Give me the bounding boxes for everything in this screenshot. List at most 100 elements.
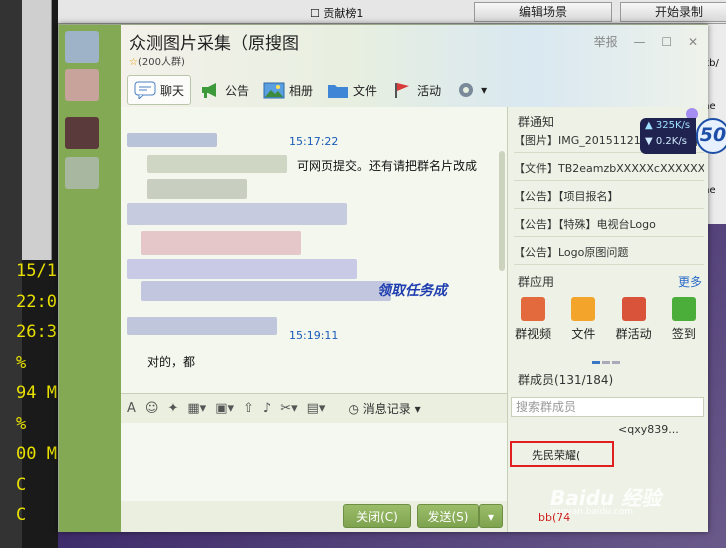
send-options-button[interactable]: ▾ [479,504,503,528]
app-label: 文件 [571,327,596,341]
app-video[interactable]: 群视频 [511,293,555,353]
folder-icon [327,81,349,99]
app-checkin[interactable]: 签到 [662,293,706,353]
chevron-down-icon: ▾ [487,510,495,524]
message-time: 15:19:11 [289,329,339,342]
desktop-stats: 15/1 22:0 26:3 % 94 M % 00 M C C [16,256,60,531]
page-dot[interactable] [602,361,610,364]
speed-ball[interactable]: 50 [696,118,726,154]
chat-scrollbar[interactable] [499,151,505,271]
image-icon[interactable]: ▣▾ [215,401,234,416]
avatar[interactable] [65,157,99,189]
message-input[interactable] [121,423,507,501]
input-toolbar: A ☺ ✦ ▦▾ ▣▾ ⇧ ♪ ✂▾ ▤▾ ◷ 消息记录 ▾ [121,393,507,423]
tab-chat[interactable]: 聊天 [127,75,192,105]
tab-announcement[interactable]: 公告 [193,75,255,105]
member-item[interactable]: <qxy839... [618,423,679,436]
bottom-button-bar: 关闭(C) 发送(S) ▾ [121,501,507,532]
close-button[interactable]: ✕ [688,35,698,49]
upload-icon[interactable]: ⇧ [243,401,254,416]
checkbox-item[interactable]: ☐ 贡献榜1 [310,8,363,20]
tab-files[interactable]: 文件 [321,75,383,105]
stat-line: 94 M [16,383,57,403]
message-text: 对的，都 [147,355,196,369]
report-button[interactable]: 举报 [594,33,618,50]
tab-label: 聊天 [160,83,185,98]
blurred-text [147,155,287,173]
scissors-icon[interactable]: ✂▾ [280,401,297,416]
group-member-count: ☆(200人群) [129,53,185,68]
start-record-button[interactable]: 开始录制 [620,2,726,22]
notice-item[interactable]: 【文件】TB2eamzbXXXXXcXXXXXXXXXX [514,157,704,181]
checkmark-icon [671,297,696,321]
edit-scene-button[interactable]: 编辑场景 [474,2,612,22]
page-dots [592,353,622,367]
chat-bubble-icon [134,81,156,101]
page-dot[interactable] [592,361,600,364]
flag-icon [391,81,413,99]
highlight-box [510,441,614,467]
maximize-button[interactable]: ☐ [661,35,672,49]
music-icon[interactable]: ♪ [263,401,271,416]
group-title: 众测图片采集（原搜图 [129,34,299,54]
tab-activity[interactable]: 活动 [385,75,447,105]
star-icon: ☆ [129,57,138,68]
group-list-sidebar [59,25,121,532]
history-label: 消息记录 [362,402,411,416]
gear-icon [455,81,477,99]
magic-icon[interactable]: ✦ [167,401,178,416]
stat-line: % [16,413,27,434]
avatar[interactable] [65,117,99,149]
more-icon[interactable]: ▤▾ [307,401,326,416]
notice-item[interactable]: 【公告】【特殊】电视台Logo [514,213,704,237]
window-header: 众测图片采集（原搜图 ☆(200人群) 举报 — ☐ ✕ 聊天 公告 相册 文件 [121,25,708,115]
network-speed-widget[interactable]: ▲ 325K/s ▼ 0.2K/s [640,118,696,154]
app-label: 群活动 [615,327,652,341]
upload-speed: ▲ 325K/s [645,120,691,131]
window-controls: 举报 — ☐ ✕ [582,33,698,50]
page-dot[interactable] [612,361,620,364]
stat-line: 00 M [16,444,57,464]
blurred-text [127,259,357,279]
tab-label: 活动 [417,83,442,98]
send-button[interactable]: 发送(S) [417,504,479,528]
qq-group-chat-window: 众测图片采集（原搜图 ☆(200人群) 举报 — ☐ ✕ 聊天 公告 相册 文件 [58,24,708,532]
font-icon[interactable]: A [127,401,136,416]
app-activity[interactable]: 群活动 [612,293,656,353]
tab-label: 公告 [225,83,250,98]
tab-album[interactable]: 相册 [257,75,319,105]
stat-line: 22:0 [16,291,57,312]
app-label: 签到 [671,327,696,341]
member-count-text: (200人群) [137,57,185,68]
more-apps-link[interactable]: 更多 [678,273,702,290]
close-chat-button[interactable]: 关闭(C) [343,504,411,528]
minimize-button[interactable]: — [634,35,646,49]
background-app-toolbar: ☐ 贡献榜1 编辑场景 开始录制 [58,0,726,24]
avatar[interactable] [65,69,99,101]
chat-message-area[interactable]: 15:17:22 可网页提交。还有请把群名片改成 领取任务成 15:19:11 … [121,107,507,393]
blurred-text [141,281,391,301]
chevron-down-icon: ▾ [481,83,488,97]
settings-menu[interactable]: ▾ [449,75,493,105]
notice-item[interactable]: 【公告】Logo原图问题 [514,241,704,265]
right-info-panel: 群通知 【图片】IMG_20151121_163004.jpg 【文件】TB2e… [507,107,708,532]
avatar[interactable] [65,31,99,63]
app-files[interactable]: 文件 [561,293,605,353]
stat-line: % [16,352,27,373]
message-time: 15:17:22 [289,135,339,148]
sticker-icon[interactable]: ▦▾ [187,401,206,416]
blurred-text [127,203,347,225]
checkbox-label: 贡献榜1 [323,7,364,20]
tab-label: 文件 [353,83,378,98]
tab-bar: 聊天 公告 相册 文件 活动 ▾ [127,75,493,105]
stat-line: 26:3 [16,322,57,342]
blurred-text [147,179,247,199]
video-icon [521,297,546,321]
member-search-input[interactable]: 搜索群成员 [511,397,704,417]
notice-item[interactable]: 【公告】【项目报名】 [514,185,704,209]
message-history-button[interactable]: ◷ 消息记录 ▾ [348,400,420,417]
message-text: 可网页提交。还有请把群名片改成 [297,159,478,173]
message-text: 领取任务成 [377,283,447,299]
baidu-watermark: Baidu 经验 jingyan.baidu.com [550,482,661,517]
emoji-icon[interactable]: ☺ [145,401,159,416]
